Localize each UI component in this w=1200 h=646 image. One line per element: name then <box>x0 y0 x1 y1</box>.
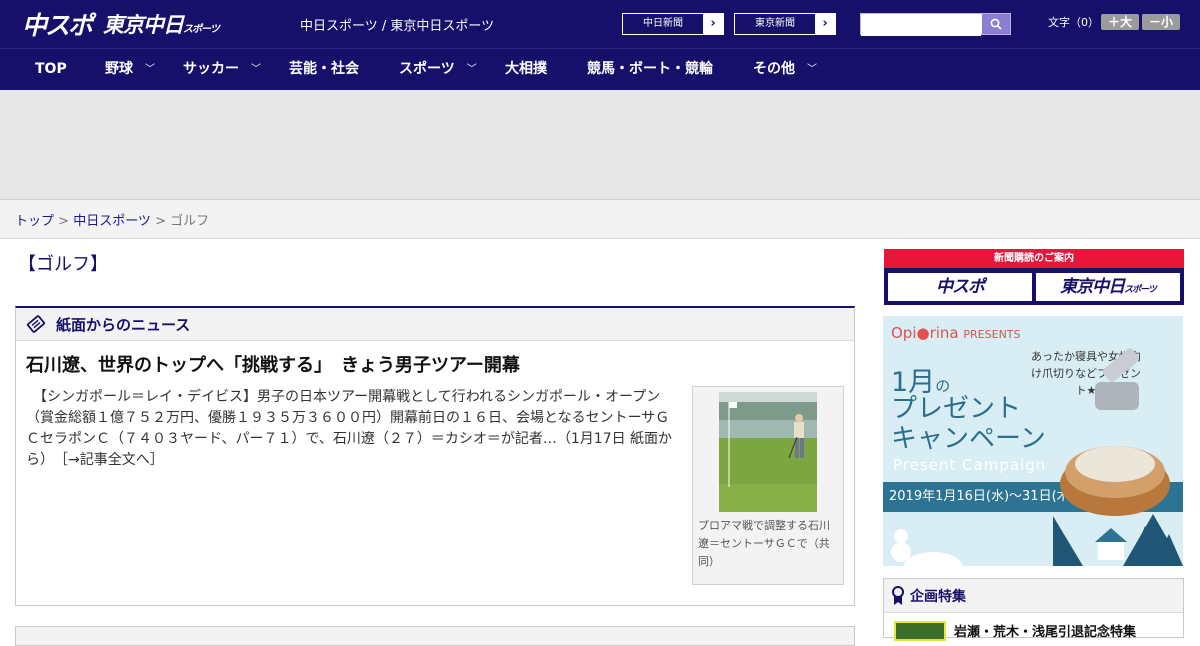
subscription-title: 新聞購読のご案内 <box>884 249 1184 268</box>
nav-item-entertainment[interactable]: 芸能・社会 <box>289 49 359 90</box>
logo-chuspo: 中スポ <box>22 11 93 40</box>
article-photo-box: プロアマ戦で調整する石川遼＝セントーサＧＣで（共同） <box>692 386 844 585</box>
breadcrumb-chunichi-link[interactable]: 中日スポーツ <box>73 214 151 229</box>
chevron-down-icon: ﹀ <box>145 64 155 75</box>
main-nav: TOP 野球 ﹀ サッカー ﹀ 芸能・社会 スポーツ ﹀ 大相撲 競馬・ボート・競輪 … <box>0 48 1200 90</box>
next-news-box <box>15 626 855 646</box>
site-logo[interactable]: 中スポ 東京中日スポーツ <box>22 6 220 42</box>
chevron-down-icon: ﹀ <box>251 64 261 75</box>
promo-headline: プレゼント キャンペーン <box>891 394 1046 454</box>
promo-campaign-en: Present Campaign <box>893 456 1047 474</box>
ribbon-icon <box>892 585 904 605</box>
article-title[interactable]: 石川遼、世界のトップへ「挑戦する」 きょう男子ツアー開幕 <box>26 351 520 377</box>
breadcrumb: トップ > 中日スポーツ > ゴルフ <box>0 200 1200 239</box>
chevron-right-icon: › <box>815 14 835 34</box>
chevron-right-icon: › <box>703 14 723 34</box>
feature-title: 企画特集 <box>910 588 966 605</box>
font-larger-button[interactable]: ＋大 <box>1101 14 1139 30</box>
feature-item-label: 岩瀬・荒木・浅尾引退記念特集 <box>954 625 1137 640</box>
article-summary: 【シンガポール＝レイ・デイビス】男子の日本ツアー開幕戦として行われるシンガポール… <box>26 387 681 471</box>
special-feature-box: 企画特集 岩瀬・荒木・浅尾引退記念特集 <box>883 578 1184 641</box>
nav-item-label: その他 <box>753 61 795 77</box>
promo-brand: Opi●rina PRESENTS <box>891 324 1021 342</box>
chunichi-shimbun-label: 中日新聞 <box>643 18 683 29</box>
page-title: 【ゴルフ】 <box>18 254 108 275</box>
present-campaign-ad[interactable]: Opi●rina PRESENTS あったか寝具や女性向け爪切りなどプレゼント★… <box>883 316 1183 566</box>
feature-header: 企画特集 <box>884 579 1183 613</box>
search-icon <box>990 18 1002 30</box>
photo-caption: プロアマ戦で調整する石川遼＝セントーサＧＣで（共同） <box>698 519 830 568</box>
site-header: 中スポ 東京中日スポーツ 中日スポーツ / 東京中日スポーツ 中日新聞 › 東京… <box>0 0 1200 48</box>
feature-thumbnail <box>894 621 946 641</box>
nav-item-sumo[interactable]: 大相撲 <box>505 49 547 90</box>
nav-item-label: 芸能・社会 <box>289 61 359 77</box>
chunichi-shimbun-button[interactable]: 中日新聞 › <box>622 13 724 35</box>
nav-item-label: サッカー <box>183 61 239 77</box>
nav-item-soccer[interactable]: サッカー ﹀ <box>183 49 261 90</box>
nav-item-label: TOP <box>35 61 67 77</box>
search-button[interactable] <box>982 14 1010 34</box>
search-box <box>860 13 1011 36</box>
news-box-header: 紙面からのニュース <box>16 308 854 341</box>
nav-item-label: 野球 <box>105 61 133 77</box>
breadcrumb-top-link[interactable]: トップ <box>15 214 54 229</box>
winter-scene-icon <box>891 526 1183 566</box>
chevron-down-icon: ﹀ <box>466 64 477 75</box>
news-box-title: 紙面からのニュース <box>56 315 191 334</box>
subscription-banner[interactable]: 新聞購読のご案内 中スポ 東京中日スポーツ <box>884 249 1184 305</box>
article-photo[interactable] <box>719 392 817 512</box>
feature-item[interactable]: 岩瀬・荒木・浅尾引退記念特集 <box>894 621 1136 641</box>
chevron-down-icon: ﹀ <box>807 64 817 75</box>
nav-item-label: 競馬・ボート・競輪 <box>587 61 713 77</box>
search-input[interactable] <box>861 15 981 36</box>
read-more-link[interactable]: ［→記事全文へ］ <box>61 452 164 468</box>
subscribe-chuspo-button[interactable]: 中スポ <box>888 273 1032 301</box>
nav-item-top[interactable]: TOP <box>35 49 67 90</box>
tokyo-shimbun-button[interactable]: 東京新聞 › <box>734 13 836 35</box>
nav-item-racing[interactable]: 競馬・ボート・競輪 <box>587 49 713 90</box>
nav-item-sports[interactable]: スポーツ ﹀ <box>399 49 477 90</box>
tokyo-shimbun-label: 東京新聞 <box>755 18 795 29</box>
logo-tokyo-chunichi: 東京中日スポーツ <box>103 13 220 37</box>
ad-banner-area <box>0 90 1200 200</box>
nav-item-label: スポーツ <box>399 61 455 77</box>
font-size-label: 文字（0） <box>1048 16 1099 29</box>
site-links[interactable]: 中日スポーツ / 東京中日スポーツ <box>300 15 494 34</box>
newspaper-news-box: 紙面からのニュース 石川遼、世界のトップへ「挑戦する」 きょう男子ツアー開幕 【… <box>15 306 855 606</box>
nav-item-other[interactable]: その他 ﹀ <box>753 49 817 90</box>
font-smaller-button[interactable]: －小 <box>1142 14 1180 30</box>
nav-item-baseball[interactable]: 野球 ﹀ <box>105 49 155 90</box>
breadcrumb-current: ゴルフ <box>170 214 210 229</box>
breadcrumb-separator: > <box>150 214 171 229</box>
breadcrumb-separator: > <box>54 214 74 229</box>
nav-item-label: 大相撲 <box>505 61 547 77</box>
subscribe-tokyo-chunichi-button[interactable]: 東京中日スポーツ <box>1036 273 1180 301</box>
newspaper-icon <box>26 315 46 333</box>
